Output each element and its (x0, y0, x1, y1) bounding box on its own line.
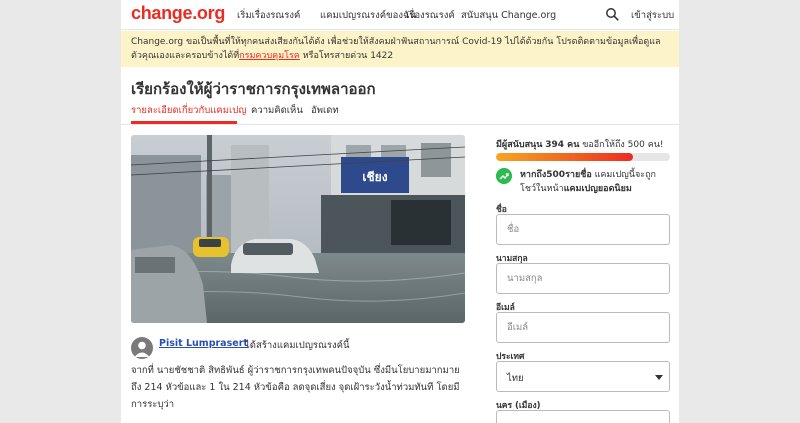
page: change.org เริ่มเรื่องรณรงค์ แคมเปญรณรงค… (121, 0, 679, 423)
shop-sign-text: เชียง (362, 170, 387, 184)
tab-details[interactable]: รายละเอียดเกี่ยวกับแคมเปญ (131, 103, 246, 118)
tab-updates[interactable]: อัพเดท (311, 103, 339, 118)
petition-body-text: จากที่ นายชัชชาติ สิทธิพันธ์ ผู้ว่าราชกา… (131, 365, 460, 410)
search-icon[interactable] (605, 7, 619, 21)
banner-hotline-text: หรือโทรสายด่วน 1422 (299, 51, 394, 61)
nav-start-petition[interactable]: เริ่มเรื่องรณรงค์ (237, 8, 300, 23)
top-navigation-bar: change.org เริ่มเรื่องรณรงค์ แคมเปญรณรงค… (121, 0, 679, 30)
signature-progress-fill (496, 153, 634, 161)
author-avatar[interactable] (131, 337, 153, 359)
trend-popular-bold: แคมเปญยอดนิยม (563, 184, 632, 194)
trending-notice-text: หากถึง500รายชื่อ แคมเปญนี้จะถูกโชว์ในหน้… (520, 168, 670, 196)
author-action-text: ได้สร้างแคมเปญรณรงค์นี้ (245, 340, 350, 351)
chevron-down-icon (655, 375, 663, 380)
nav-my-petitions[interactable]: แคมเปญรณรงค์ของฉัน (320, 8, 416, 23)
first-name-field[interactable] (496, 214, 670, 245)
petition-photo: เชียง (131, 135, 465, 323)
nav-support-change-org[interactable]: สนับสนุน Change.org (461, 8, 556, 23)
last-name-field[interactable] (496, 263, 670, 294)
petition-title: เรียกร้องให้ผู้ว่าราชการกรุงเทพลาออก (131, 80, 376, 98)
city-input[interactable] (497, 411, 669, 423)
email-input[interactable] (497, 313, 669, 342)
covid-notice-banner: Change.org ขอเป็นพื้นที่ให้ทุกคนส่งเสียง… (121, 31, 679, 67)
trend-goal-bold: หากถึง500รายชื่อ (520, 170, 592, 180)
supporters-goal: ขออีกให้ถึง 500 คน! (579, 140, 664, 150)
login-link[interactable]: เข้าสู่ระบบ (631, 8, 674, 23)
banner-link-ddc[interactable]: กรมควบคุมโรค (239, 51, 300, 61)
city-field[interactable] (496, 410, 670, 423)
tab-comments[interactable]: ความคิดเห็น (251, 103, 303, 118)
first-name-input[interactable] (497, 215, 669, 244)
change-org-logo[interactable]: change.org (131, 3, 225, 24)
email-field[interactable] (496, 312, 670, 343)
supporters-count: 394 คน (545, 140, 580, 150)
supporters-count-text: มีผู้สนับสนุน 394 คน ขออีกให้ถึง 500 คน! (496, 137, 663, 151)
supporters-prefix: มีผู้สนับสนุน (496, 140, 543, 150)
user-silhouette-icon (134, 341, 150, 357)
flooded-street-image: เชียง (131, 135, 465, 323)
active-tab-indicator (131, 121, 237, 124)
country-selected-value: ไทย (507, 373, 524, 384)
author-name-link[interactable]: Pisit Lumprasert (159, 338, 248, 349)
petition-tabs: รายละเอียดเกี่ยวกับแคมเปญ ความคิดเห็น อั… (121, 100, 679, 125)
country-select[interactable]: ไทย (496, 361, 670, 392)
trending-up-icon (496, 168, 512, 184)
last-name-input[interactable] (497, 264, 669, 293)
banner-text: Change.org ขอเป็นพื้นที่ให้ทุกคนส่งเสียง… (131, 37, 661, 61)
signature-progress-bar (496, 153, 670, 161)
nav-browse-petitions[interactable]: เรื่องรณรงค์ (406, 8, 455, 23)
